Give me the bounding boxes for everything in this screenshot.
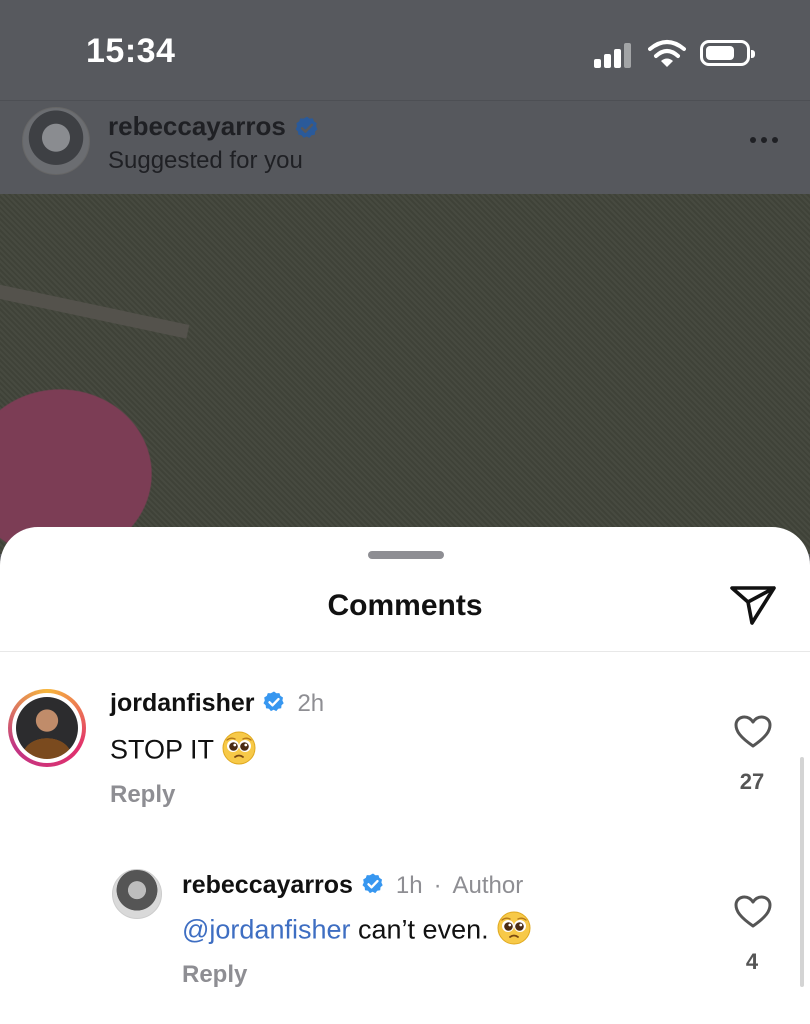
heart-icon[interactable] — [734, 715, 772, 749]
sheet-grabber-handle[interactable] — [368, 551, 444, 559]
more-options-button[interactable] — [744, 131, 784, 151]
sheet-title: Comments — [327, 589, 483, 622]
post-author-row[interactable]: rebeccayarros — [108, 111, 320, 142]
mention-link[interactable]: @jordanfisher — [182, 915, 351, 945]
avatar — [16, 697, 78, 759]
avatar[interactable] — [112, 869, 162, 919]
comment-text-row: STOP IT — [110, 731, 256, 772]
comment-header: jordanfisher 2h — [110, 689, 324, 718]
reply-button[interactable]: Reply — [182, 961, 247, 989]
post-header: rebeccayarros Suggested for you — [0, 100, 810, 195]
comment-username[interactable]: jordanfisher — [110, 689, 254, 717]
verified-badge-icon — [263, 691, 285, 712]
like-count: 4 — [745, 949, 759, 974]
comment-text-row: @jordanfisher can’t even. — [182, 911, 531, 952]
cellular-signal-icon — [594, 42, 634, 68]
paper-plane-icon[interactable] — [728, 583, 778, 627]
verified-badge-icon — [362, 873, 383, 894]
comment-timestamp: 2h — [297, 690, 325, 717]
comment-text: STOP IT — [110, 734, 215, 765]
like-count: 27 — [739, 769, 765, 794]
comment-username[interactable]: rebeccayarros — [182, 871, 353, 899]
post-author-username[interactable]: rebeccayarros — [108, 111, 286, 141]
comment-text: can’t even. — [358, 914, 489, 945]
heart-icon[interactable] — [734, 895, 772, 929]
post-subtitle: Suggested for you — [108, 147, 303, 174]
battery-icon — [700, 40, 755, 66]
post-image — [0, 194, 810, 554]
pleading-face-emoji-icon — [222, 731, 256, 772]
comment-timestamp: 1h — [395, 872, 423, 899]
pleading-face-emoji-icon — [497, 911, 531, 952]
comments-sheet: Comments jordanfisher 2h STOP IT Reply 2… — [0, 527, 810, 1024]
wifi-icon — [648, 40, 686, 67]
scrollbar[interactable] — [800, 757, 804, 987]
commenter-avatar-story-ring[interactable] — [8, 689, 86, 767]
post-author-avatar[interactable] — [22, 107, 90, 175]
meta-separator: · — [433, 872, 442, 899]
sheet-divider — [0, 651, 810, 652]
author-label: Author — [452, 872, 524, 899]
verified-badge-icon — [295, 116, 318, 138]
comment-header: rebeccayarros 1h · Author — [182, 871, 523, 900]
reply-button[interactable]: Reply — [110, 781, 175, 809]
status-time: 15:34 — [86, 32, 176, 70]
status-bar: 15:34 — [0, 0, 810, 100]
